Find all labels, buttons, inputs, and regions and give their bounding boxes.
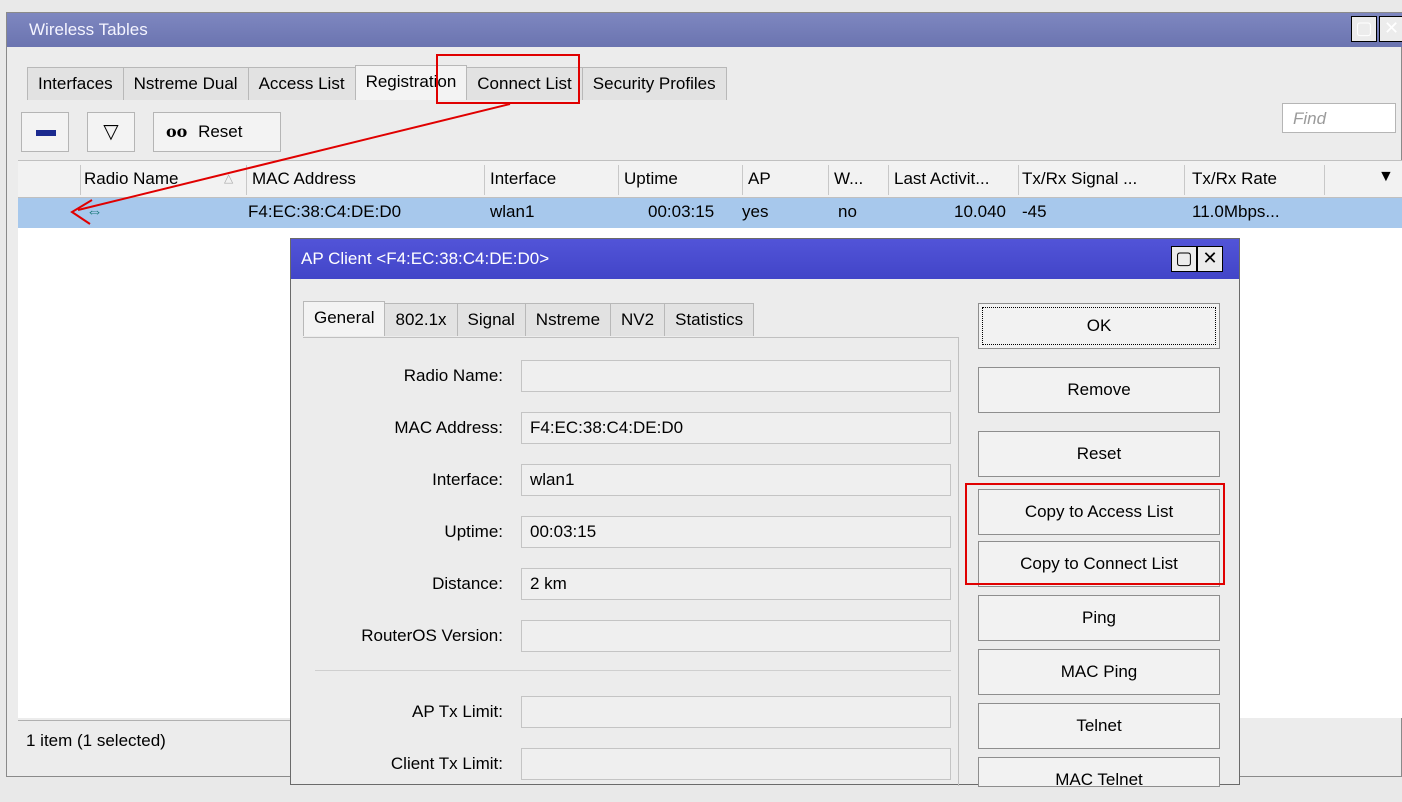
ap-tx-limit-field[interactable]: [521, 696, 951, 728]
maximize-icon: ▢: [1175, 248, 1193, 268]
mac-address-field[interactable]: F4:EC:38:C4:DE:D0: [521, 412, 951, 444]
label-client-tx-limit: Client Tx Limit:: [390, 754, 503, 773]
client-tx-limit-field[interactable]: [521, 748, 951, 780]
copy-buttons-highlight: [965, 483, 1225, 585]
label-ap-tx-limit: AP Tx Limit:: [411, 702, 503, 721]
dialog-tab-statistics[interactable]: Statistics: [664, 303, 755, 336]
label-mac-address: MAC Address:: [394, 418, 503, 437]
dialog-tab-nstreme[interactable]: Nstreme: [524, 303, 612, 336]
uptime-field[interactable]: 00:03:15: [521, 516, 951, 548]
section-divider: [315, 670, 951, 671]
dialog-tab-signal[interactable]: Signal: [456, 303, 526, 336]
mac-ping-button[interactable]: MAC Ping: [978, 649, 1220, 695]
close-icon: ✕: [1202, 248, 1218, 268]
mac-telnet-button[interactable]: MAC Telnet: [978, 757, 1220, 789]
dialog-tab-general[interactable]: General: [303, 301, 386, 336]
dialog-tab-bar: General 802.1x Signal Nstreme NV2 Statis…: [303, 301, 755, 336]
general-panel: Radio Name: MAC Address: F4:EC:38:C4:DE:…: [303, 337, 959, 786]
radio-name-field[interactable]: [521, 360, 951, 392]
dialog-tab-8021x[interactable]: 802.1x: [384, 303, 458, 336]
dialog-close-button[interactable]: ✕: [1197, 246, 1223, 272]
routeros-version-field[interactable]: [521, 620, 951, 652]
dialog-title: AP Client <F4:EC:38:C4:DE:D0>: [301, 249, 550, 268]
label-distance: Distance:: [432, 574, 503, 593]
dialog-title-bar[interactable]: AP Client <F4:EC:38:C4:DE:D0> ▢ ✕: [291, 239, 1239, 279]
distance-field[interactable]: 2 km: [521, 568, 951, 600]
label-interface: Interface:: [432, 470, 503, 489]
label-radio-name: Radio Name:: [403, 366, 503, 385]
label-routeros-version: RouterOS Version:: [361, 626, 503, 645]
telnet-button[interactable]: Telnet: [978, 703, 1220, 749]
remove-client-button[interactable]: Remove: [978, 367, 1220, 413]
reset-client-button[interactable]: Reset: [978, 431, 1220, 477]
label-uptime: Uptime:: [444, 522, 503, 541]
dialog-tab-nv2[interactable]: NV2: [610, 303, 666, 336]
dialog-maximize-button[interactable]: ▢: [1171, 246, 1197, 272]
interface-field[interactable]: wlan1: [521, 464, 951, 496]
ping-button[interactable]: Ping: [978, 595, 1220, 641]
ap-client-dialog: AP Client <F4:EC:38:C4:DE:D0> ▢ ✕ Genera…: [290, 238, 1240, 789]
ok-button[interactable]: OK: [978, 303, 1220, 349]
